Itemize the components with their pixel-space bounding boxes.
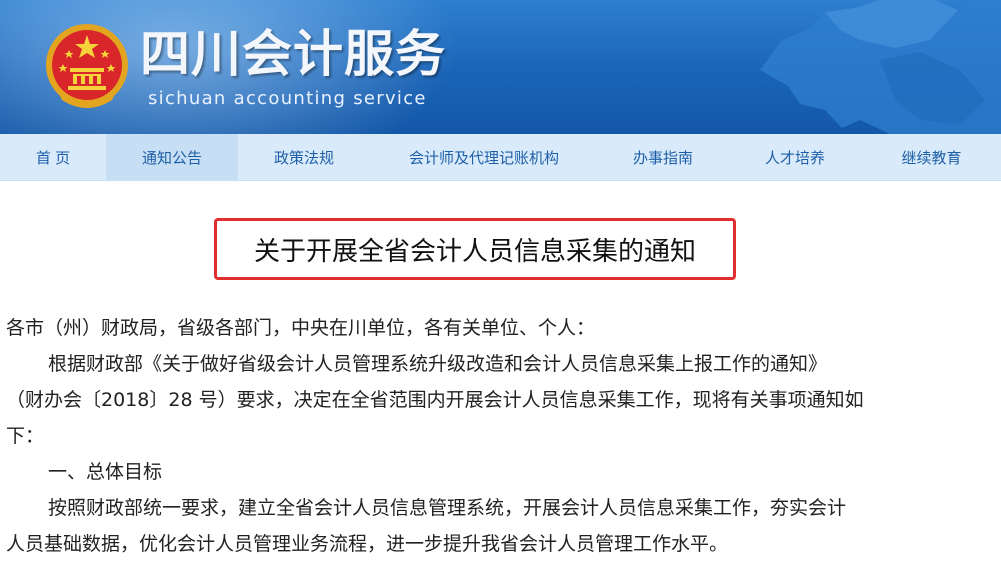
nav-item-talent-training[interactable]: 人才培养: [728, 134, 862, 180]
main-nav: 首 页 通知公告 政策法规 会计师及代理记账机构 办事指南 人才培养 继续教育: [0, 134, 1001, 181]
nav-item-home[interactable]: 首 页: [0, 134, 106, 180]
article-salutation: 各市（州）财政局，省级各部门，中央在川单位，各有关单位、个人：: [6, 317, 596, 339]
article-body: 各市（州）财政局，省级各部门，中央在川单位，各有关单位、个人： 根据财政部《关于…: [6, 310, 956, 562]
site-title: 四川会计服务: [140, 25, 446, 83]
article-paragraph-line: 下：: [6, 425, 45, 447]
article-title: 关于开展全省会计人员信息采集的通知: [253, 236, 696, 267]
nav-item-accounting-firms[interactable]: 会计师及代理记账机构: [370, 134, 598, 180]
national-emblem-icon: [46, 24, 128, 108]
nav-item-service-guide[interactable]: 办事指南: [598, 134, 728, 180]
site-subtitle: sichuan accounting service: [148, 88, 427, 109]
site-banner: 四川会计服务 sichuan accounting service: [0, 0, 1001, 134]
sichuan-map-decoration: [760, 0, 1001, 134]
nav-item-policies[interactable]: 政策法规: [238, 134, 370, 180]
article-paragraph-line: （财办会〔2018〕28 号）要求，决定在全省范围内开展会计人员信息采集工作，现…: [6, 389, 864, 411]
nav-item-notices[interactable]: 通知公告: [106, 134, 238, 180]
nav-item-continuing-education[interactable]: 继续教育: [862, 134, 1001, 180]
article-section-heading: 一、总体目标: [48, 461, 163, 483]
article-paragraph-line: 人员基础数据，优化会计人员管理业务流程，进一步提升我省会计人员管理工作水平。: [6, 533, 729, 555]
article-title-highlight: 关于开展全省会计人员信息采集的通知: [214, 218, 736, 280]
article-paragraph-line: 根据财政部《关于做好省级会计人员管理系统升级改造和会计人员信息采集上报工作的通知…: [48, 353, 828, 375]
article-paragraph-line: 按照财政部统一要求，建立全省会计人员信息管理系统，开展会计人员信息采集工作，夯实…: [48, 497, 847, 519]
